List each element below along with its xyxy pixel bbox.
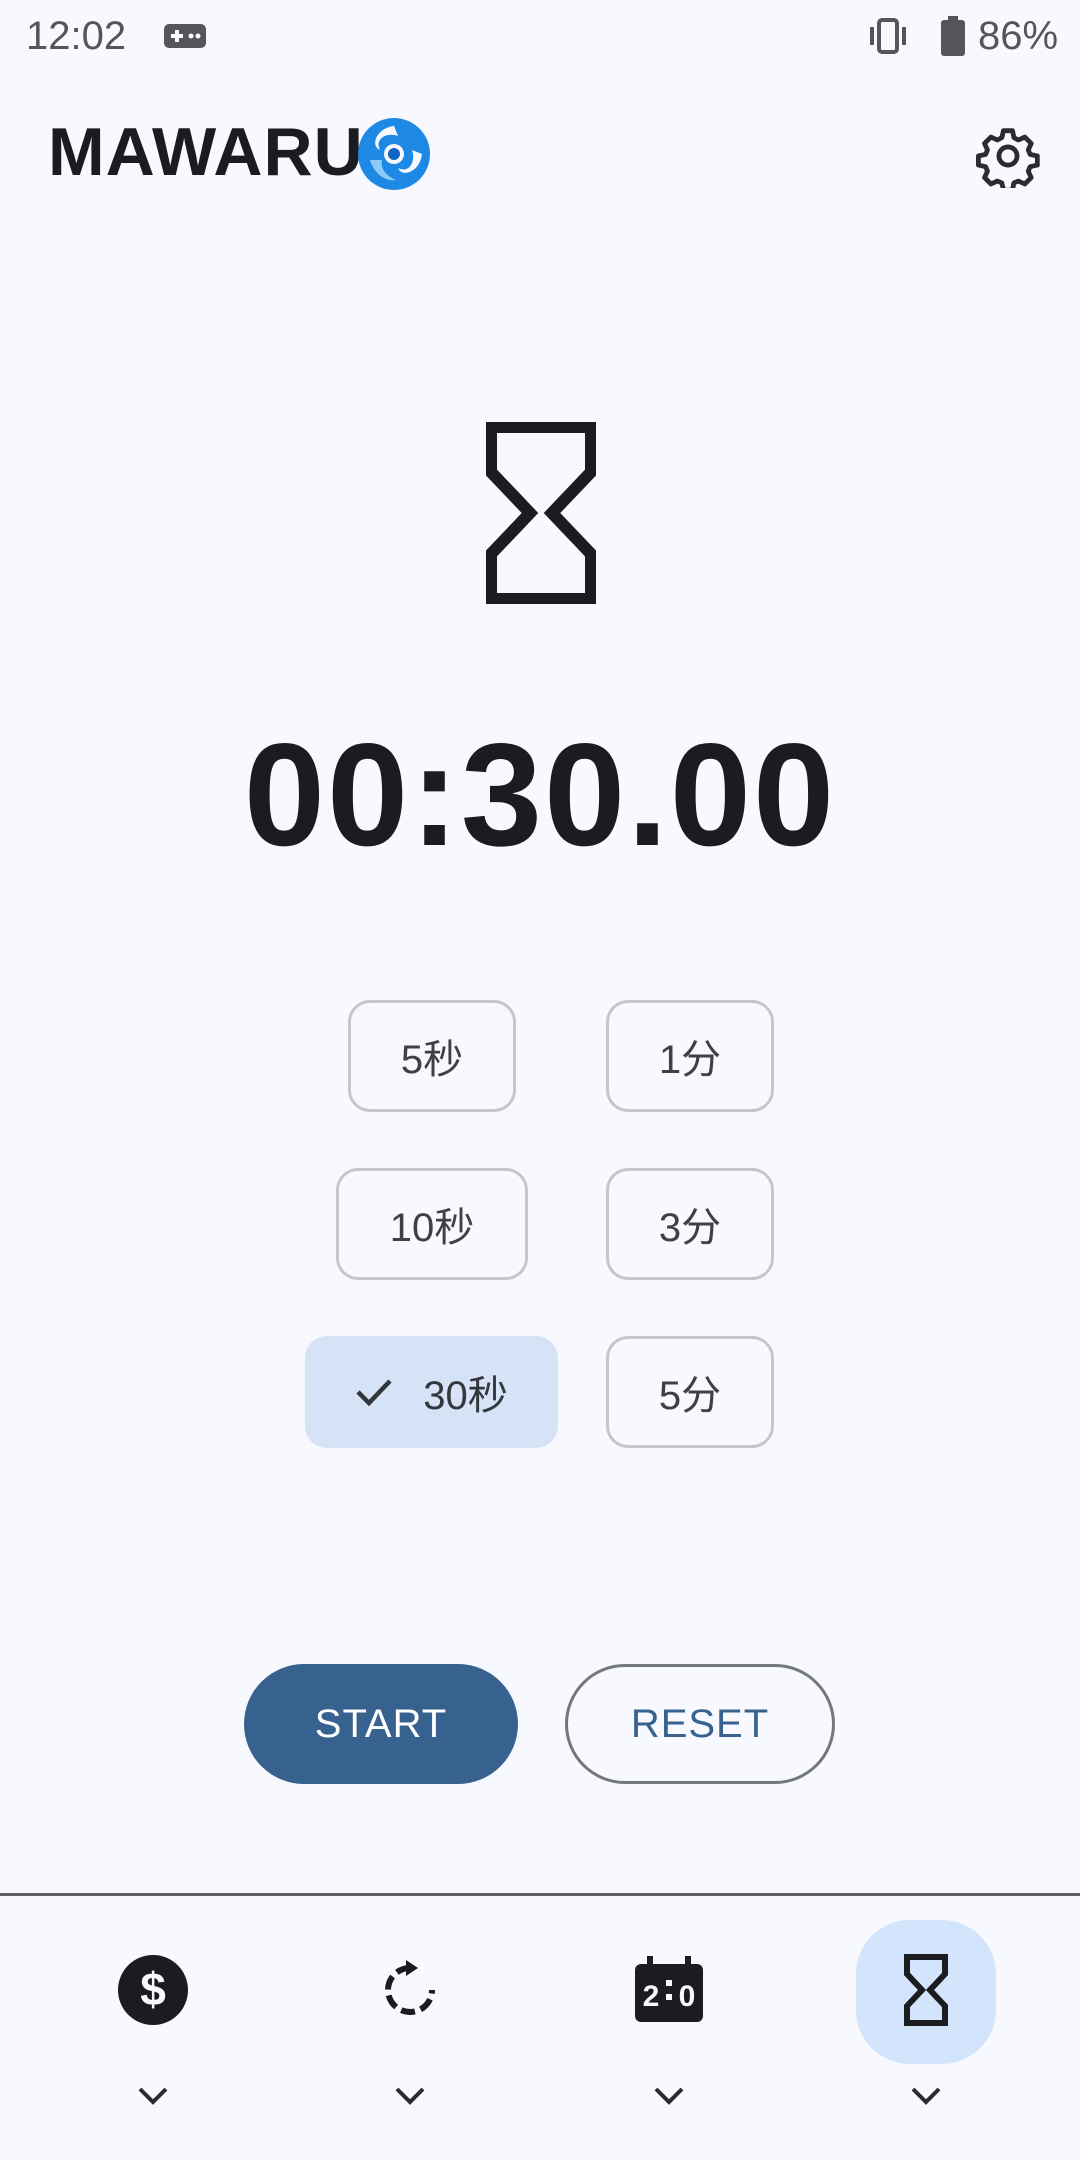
chip-label: 3分 bbox=[658, 1206, 722, 1250]
hourglass-icon bbox=[904, 1953, 948, 2031]
chevron-down-icon[interactable] bbox=[394, 2086, 426, 2111]
preset-chip-30s[interactable]: 30秒 bbox=[305, 1336, 558, 1448]
rotate-icon bbox=[378, 1958, 442, 2027]
hourglass-icon bbox=[485, 421, 597, 609]
svg-text:2: 2 bbox=[643, 1980, 660, 2013]
svg-text:$: $ bbox=[140, 1963, 166, 2015]
nav-item-scoreboard[interactable]: 2 0 bbox=[599, 1920, 739, 2064]
chip-label: 30秒 bbox=[423, 1374, 508, 1418]
chip-label: 5秒 bbox=[400, 1038, 464, 1082]
start-button[interactable]: START bbox=[244, 1664, 518, 1784]
status-time: 12:02 bbox=[26, 14, 127, 58]
svg-text:0: 0 bbox=[679, 1980, 696, 2013]
chip-label: 1分 bbox=[658, 1038, 722, 1082]
settings-button[interactable] bbox=[970, 120, 1046, 196]
nav-divider bbox=[0, 1893, 1080, 1896]
chevron-down-icon[interactable] bbox=[137, 2086, 169, 2111]
vibrate-icon bbox=[866, 14, 910, 63]
preset-chip-10s[interactable]: 10秒 bbox=[336, 1168, 528, 1280]
nav-item-money[interactable]: $ bbox=[83, 1920, 223, 2064]
preset-chip-3m[interactable]: 3分 bbox=[606, 1168, 774, 1280]
preset-chip-1m[interactable]: 1分 bbox=[606, 1000, 774, 1112]
chip-label: 10秒 bbox=[389, 1206, 475, 1250]
nav-item-rotate[interactable] bbox=[340, 1920, 480, 2064]
gear-icon bbox=[976, 124, 1040, 193]
check-icon bbox=[355, 1377, 393, 1407]
preset-chip-5s[interactable]: 5秒 bbox=[348, 1000, 516, 1112]
chip-label: 5分 bbox=[658, 1374, 722, 1418]
dollar-icon: $ bbox=[117, 1954, 189, 2031]
swirl-logo-icon bbox=[356, 116, 432, 197]
reset-button[interactable]: RESET bbox=[565, 1664, 835, 1784]
preset-chip-5m[interactable]: 5分 bbox=[606, 1336, 774, 1448]
battery-icon bbox=[940, 14, 966, 63]
timer-display: 00:30.00 bbox=[243, 713, 837, 876]
gamepad-icon bbox=[164, 24, 206, 53]
chevron-down-icon[interactable] bbox=[653, 2086, 685, 2111]
battery-percent: 86% bbox=[978, 14, 1059, 58]
app-title: MAWARU bbox=[48, 114, 364, 190]
scoreboard-icon: 2 0 bbox=[633, 1955, 705, 2029]
chevron-down-icon[interactable] bbox=[910, 2086, 942, 2111]
nav-item-timer[interactable] bbox=[856, 1920, 996, 2064]
